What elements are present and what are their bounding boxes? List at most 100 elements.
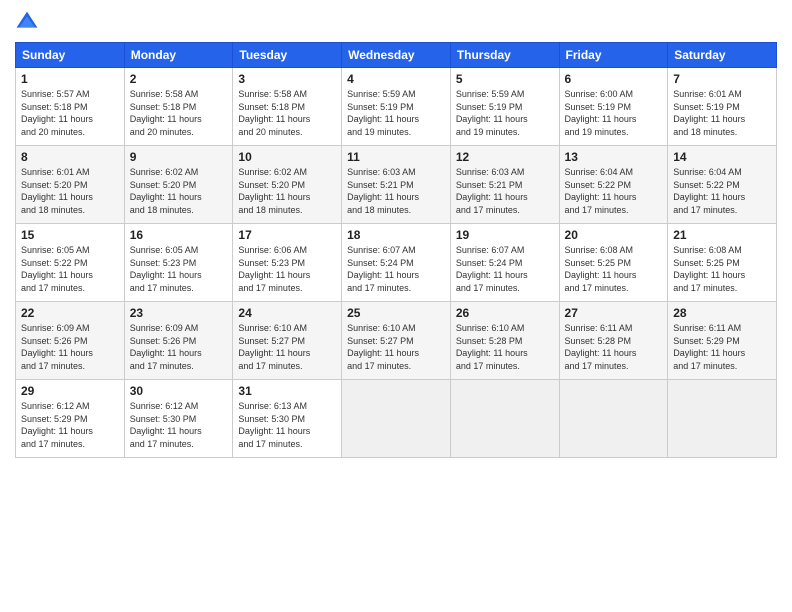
day-number: 26	[456, 306, 554, 320]
day-info: Sunrise: 6:11 AM Sunset: 5:28 PM Dayligh…	[565, 322, 663, 372]
day-info: Sunrise: 6:07 AM Sunset: 5:24 PM Dayligh…	[347, 244, 445, 294]
day-info: Sunrise: 5:59 AM Sunset: 5:19 PM Dayligh…	[347, 88, 445, 138]
day-number: 14	[673, 150, 771, 164]
day-info: Sunrise: 6:04 AM Sunset: 5:22 PM Dayligh…	[673, 166, 771, 216]
calendar-cell: 31 Sunrise: 6:13 AM Sunset: 5:30 PM Dayli…	[233, 380, 342, 458]
calendar-cell: 29Sunrise: 6:12 AM Sunset: 5:29 PM Dayli…	[16, 380, 125, 458]
calendar-cell: 21 Sunrise: 6:08 AM Sunset: 5:25 PM Dayli…	[668, 224, 777, 302]
calendar-cell: 23Sunrise: 6:09 AM Sunset: 5:26 PM Dayli…	[124, 302, 233, 380]
week-row-1: 1Sunrise: 5:57 AM Sunset: 5:18 PM Daylig…	[16, 68, 777, 146]
calendar-cell: 30 Sunrise: 6:12 AM Sunset: 5:30 PM Dayli…	[124, 380, 233, 458]
week-row-2: 8 Sunrise: 6:01 AM Sunset: 5:20 PM Daylig…	[16, 146, 777, 224]
day-number: 8	[21, 150, 119, 164]
day-info: Sunrise: 5:58 AM Sunset: 5:18 PM Dayligh…	[238, 88, 336, 138]
day-number: 11	[347, 150, 445, 164]
calendar-cell	[450, 380, 559, 458]
day-info: Sunrise: 5:58 AM Sunset: 5:18 PM Dayligh…	[130, 88, 228, 138]
calendar-cell: 11 Sunrise: 6:03 AM Sunset: 5:21 PM Dayli…	[342, 146, 451, 224]
day-number: 27	[565, 306, 663, 320]
day-number: 30	[130, 384, 228, 398]
calendar-cell: 25 Sunrise: 6:10 AM Sunset: 5:27 PM Dayli…	[342, 302, 451, 380]
day-info: Sunrise: 6:02 AM Sunset: 5:20 PM Dayligh…	[130, 166, 228, 216]
day-number: 17	[238, 228, 336, 242]
calendar-cell: 20 Sunrise: 6:08 AM Sunset: 5:25 PM Dayli…	[559, 224, 668, 302]
day-number: 31	[238, 384, 336, 398]
calendar-cell: 4 Sunrise: 5:59 AM Sunset: 5:19 PM Daylig…	[342, 68, 451, 146]
weekday-header-tuesday: Tuesday	[233, 43, 342, 68]
day-info: Sunrise: 6:03 AM Sunset: 5:21 PM Dayligh…	[347, 166, 445, 216]
day-number: 9	[130, 150, 228, 164]
day-number: 18	[347, 228, 445, 242]
day-number: 15	[21, 228, 119, 242]
calendar-cell	[559, 380, 668, 458]
day-number: 22	[21, 306, 119, 320]
calendar-cell: 2 Sunrise: 5:58 AM Sunset: 5:18 PM Daylig…	[124, 68, 233, 146]
day-number: 21	[673, 228, 771, 242]
weekday-header-saturday: Saturday	[668, 43, 777, 68]
day-info: Sunrise: 6:13 AM Sunset: 5:30 PM Dayligh…	[238, 400, 336, 450]
calendar-cell: 17 Sunrise: 6:06 AM Sunset: 5:23 PM Dayli…	[233, 224, 342, 302]
day-number: 20	[565, 228, 663, 242]
calendar-cell: 24 Sunrise: 6:10 AM Sunset: 5:27 PM Dayli…	[233, 302, 342, 380]
weekday-header-thursday: Thursday	[450, 43, 559, 68]
page: SundayMondayTuesdayWednesdayThursdayFrid…	[0, 0, 792, 612]
day-number: 29	[21, 384, 119, 398]
day-number: 25	[347, 306, 445, 320]
calendar-cell: 9 Sunrise: 6:02 AM Sunset: 5:20 PM Daylig…	[124, 146, 233, 224]
day-info: Sunrise: 6:08 AM Sunset: 5:25 PM Dayligh…	[673, 244, 771, 294]
calendar-cell: 3 Sunrise: 5:58 AM Sunset: 5:18 PM Daylig…	[233, 68, 342, 146]
day-number: 1	[21, 72, 119, 86]
calendar-cell: 16Sunrise: 6:05 AM Sunset: 5:23 PM Dayli…	[124, 224, 233, 302]
day-info: Sunrise: 6:06 AM Sunset: 5:23 PM Dayligh…	[238, 244, 336, 294]
day-info: Sunrise: 6:09 AM Sunset: 5:26 PM Dayligh…	[21, 322, 119, 372]
calendar-cell: 14 Sunrise: 6:04 AM Sunset: 5:22 PM Dayli…	[668, 146, 777, 224]
calendar-cell: 1Sunrise: 5:57 AM Sunset: 5:18 PM Daylig…	[16, 68, 125, 146]
day-info: Sunrise: 5:59 AM Sunset: 5:19 PM Dayligh…	[456, 88, 554, 138]
day-info: Sunrise: 6:01 AM Sunset: 5:19 PM Dayligh…	[673, 88, 771, 138]
week-row-4: 22 Sunrise: 6:09 AM Sunset: 5:26 PM Dayli…	[16, 302, 777, 380]
day-number: 13	[565, 150, 663, 164]
calendar-cell	[342, 380, 451, 458]
calendar-cell: 5 Sunrise: 5:59 AM Sunset: 5:19 PM Daylig…	[450, 68, 559, 146]
calendar-cell: 7 Sunrise: 6:01 AM Sunset: 5:19 PM Daylig…	[668, 68, 777, 146]
weekday-header-monday: Monday	[124, 43, 233, 68]
day-info: Sunrise: 6:05 AM Sunset: 5:23 PM Dayligh…	[130, 244, 228, 294]
calendar-cell: 15 Sunrise: 6:05 AM Sunset: 5:22 PM Dayli…	[16, 224, 125, 302]
day-info: Sunrise: 6:01 AM Sunset: 5:20 PM Dayligh…	[21, 166, 119, 216]
calendar-cell: 27 Sunrise: 6:11 AM Sunset: 5:28 PM Dayli…	[559, 302, 668, 380]
day-number: 19	[456, 228, 554, 242]
day-number: 24	[238, 306, 336, 320]
header	[15, 10, 777, 34]
day-number: 2	[130, 72, 228, 86]
day-info: Sunrise: 6:08 AM Sunset: 5:25 PM Dayligh…	[565, 244, 663, 294]
day-number: 7	[673, 72, 771, 86]
day-info: Sunrise: 6:12 AM Sunset: 5:30 PM Dayligh…	[130, 400, 228, 450]
day-info: Sunrise: 6:02 AM Sunset: 5:20 PM Dayligh…	[238, 166, 336, 216]
day-number: 3	[238, 72, 336, 86]
day-number: 10	[238, 150, 336, 164]
day-info: Sunrise: 6:07 AM Sunset: 5:24 PM Dayligh…	[456, 244, 554, 294]
calendar-cell: 18 Sunrise: 6:07 AM Sunset: 5:24 PM Dayli…	[342, 224, 451, 302]
day-number: 12	[456, 150, 554, 164]
calendar-cell	[668, 380, 777, 458]
calendar-cell: 6Sunrise: 6:00 AM Sunset: 5:19 PM Daylig…	[559, 68, 668, 146]
calendar-cell: 22 Sunrise: 6:09 AM Sunset: 5:26 PM Dayli…	[16, 302, 125, 380]
weekday-header-sunday: Sunday	[16, 43, 125, 68]
day-number: 5	[456, 72, 554, 86]
day-info: Sunrise: 6:04 AM Sunset: 5:22 PM Dayligh…	[565, 166, 663, 216]
weekday-header-friday: Friday	[559, 43, 668, 68]
day-info: Sunrise: 6:10 AM Sunset: 5:27 PM Dayligh…	[238, 322, 336, 372]
weekday-header-wednesday: Wednesday	[342, 43, 451, 68]
calendar-cell: 19 Sunrise: 6:07 AM Sunset: 5:24 PM Dayli…	[450, 224, 559, 302]
day-info: Sunrise: 6:03 AM Sunset: 5:21 PM Dayligh…	[456, 166, 554, 216]
day-info: Sunrise: 6:00 AM Sunset: 5:19 PM Dayligh…	[565, 88, 663, 138]
week-row-5: 29Sunrise: 6:12 AM Sunset: 5:29 PM Dayli…	[16, 380, 777, 458]
calendar-cell: 8 Sunrise: 6:01 AM Sunset: 5:20 PM Daylig…	[16, 146, 125, 224]
day-info: Sunrise: 6:10 AM Sunset: 5:27 PM Dayligh…	[347, 322, 445, 372]
calendar-cell: 28Sunrise: 6:11 AM Sunset: 5:29 PM Dayli…	[668, 302, 777, 380]
calendar-cell: 13 Sunrise: 6:04 AM Sunset: 5:22 PM Dayli…	[559, 146, 668, 224]
day-info: Sunrise: 6:05 AM Sunset: 5:22 PM Dayligh…	[21, 244, 119, 294]
day-number: 4	[347, 72, 445, 86]
weekday-header-row: SundayMondayTuesdayWednesdayThursdayFrid…	[16, 43, 777, 68]
calendar-cell: 26Sunrise: 6:10 AM Sunset: 5:28 PM Dayli…	[450, 302, 559, 380]
